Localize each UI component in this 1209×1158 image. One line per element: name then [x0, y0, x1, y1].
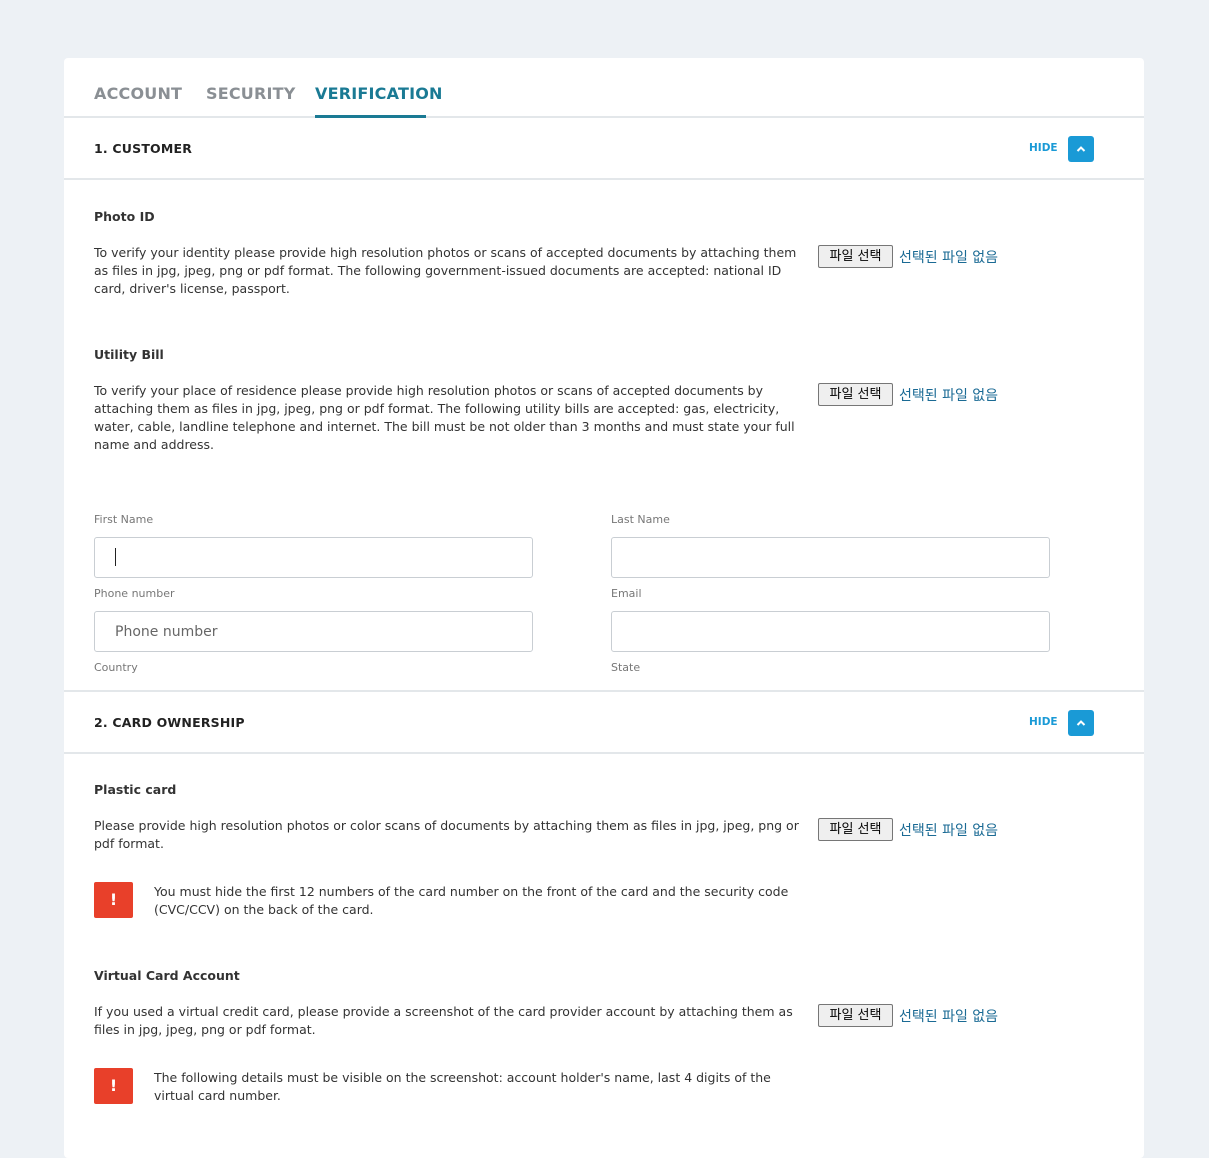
hide-link[interactable]: HIDE [1029, 716, 1058, 728]
virtual-card-file-status: 선택된 파일 없음 [899, 1009, 999, 1025]
verification-card: ACCOUNT SECURITY VERIFICATION 1. CUSTOME… [64, 58, 1144, 1158]
first-name-input[interactable] [94, 537, 533, 578]
virtual-card-warning: The following details must be visible on… [154, 1070, 771, 1103]
plastic-card-title: Plastic card [94, 782, 177, 797]
tab-account[interactable]: ACCOUNT [94, 84, 182, 103]
virtual-card-description: If you used a virtual credit card, pleas… [94, 1004, 793, 1037]
virtual-card-title: Virtual Card Account [94, 968, 240, 983]
utility-bill-description: To verify your place of residence please… [94, 383, 795, 452]
utility-bill-title: Utility Bill [94, 347, 164, 362]
last-name-label: Last Name [611, 513, 670, 526]
virtual-card-file-button[interactable]: 파일 선택 [818, 1004, 893, 1027]
plastic-card-description: Please provide high resolution photos or… [94, 818, 799, 851]
section-title: 2. CARD OWNERSHIP [94, 715, 245, 730]
card-ownership-section-header: 2. CARD OWNERSHIP HIDE [64, 690, 1144, 754]
collapse-button[interactable] [1068, 136, 1094, 162]
chevron-up-icon [1076, 146, 1086, 152]
tab-verification[interactable]: VERIFICATION [315, 84, 443, 103]
phone-label: Phone number [94, 587, 175, 600]
plastic-card-warning: You must hide the first 12 numbers of th… [154, 884, 789, 917]
email-label: Email [611, 587, 642, 600]
tab-bar: ACCOUNT SECURITY VERIFICATION [64, 58, 1144, 118]
photo-id-title: Photo ID [94, 209, 155, 224]
email-input[interactable] [611, 611, 1050, 652]
collapse-button[interactable] [1068, 710, 1094, 736]
plastic-card-file-button[interactable]: 파일 선택 [818, 818, 893, 841]
customer-section-header: 1. CUSTOMER HIDE [64, 118, 1144, 180]
hide-link[interactable]: HIDE [1029, 142, 1058, 154]
state-label: State [611, 661, 641, 674]
tab-security[interactable]: SECURITY [206, 84, 296, 103]
warning-icon: ! [94, 1068, 133, 1104]
last-name-input[interactable] [611, 537, 1050, 578]
photo-id-file-status: 선택된 파일 없음 [899, 250, 999, 266]
phone-input[interactable] [94, 611, 533, 652]
utility-bill-file-status: 선택된 파일 없음 [899, 388, 999, 404]
plastic-card-file-status: 선택된 파일 없음 [899, 823, 999, 839]
first-name-label: First Name [94, 513, 154, 526]
country-label: Country [94, 661, 138, 674]
warning-icon: ! [94, 882, 133, 918]
utility-bill-file-button[interactable]: 파일 선택 [818, 383, 893, 406]
photo-id-file-button[interactable]: 파일 선택 [818, 245, 893, 268]
chevron-up-icon [1076, 720, 1086, 726]
text-caret [115, 548, 116, 566]
photo-id-description: To verify your identity please provide h… [94, 245, 797, 296]
section-title: 1. CUSTOMER [94, 141, 193, 156]
